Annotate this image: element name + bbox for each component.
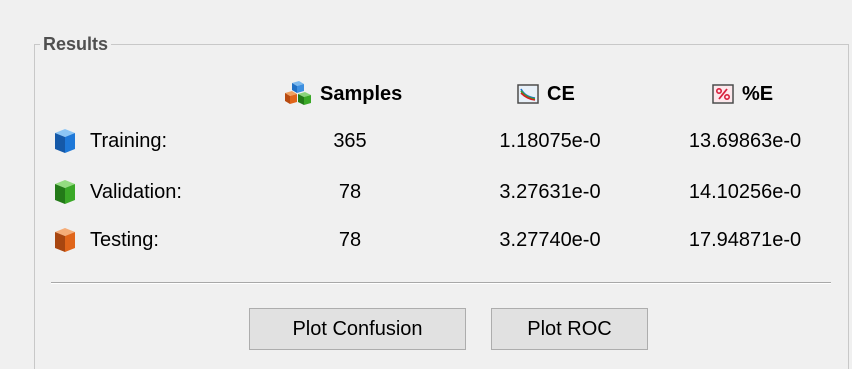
window-edge [852,0,866,369]
orange-cube-icon [55,228,75,252]
blue-cube-icon [55,129,75,153]
ce-header-label: CE [547,82,575,105]
percent-error-header-label: %E [742,82,774,105]
plot-confusion-button[interactable]: Plot Confusion [249,308,466,350]
testing-label: Testing: [90,228,159,251]
validation-ce: 3.27631e-0 [499,181,601,203]
samples-header: Samples [284,80,402,108]
testing-ce: 3.27740e-0 [499,229,601,251]
training-percent-error: 13.69863e-0 [688,130,802,152]
validation-row-label: Validation: [52,177,182,207]
validation-label: Validation: [90,180,182,203]
testing-row-label: Testing: [52,225,159,255]
training-ce: 1.18075e-0 [499,130,601,152]
samples-header-label: Samples [320,82,403,105]
ce-header: CE [517,80,575,108]
divider [51,282,831,284]
percent-icon [712,84,734,104]
results-title: Results [40,32,112,56]
training-label: Training: [90,129,168,152]
plot-roc-button[interactable]: Plot ROC [491,308,648,350]
training-row-label: Training: [52,126,167,156]
ce-plot-icon [517,84,539,104]
validation-samples: 78 [338,181,362,203]
results-panel: Results Samples CE %E Training: 365 1.18… [0,0,866,369]
testing-samples: 78 [338,229,362,251]
training-samples: 365 [333,130,367,152]
validation-percent-error: 14.10256e-0 [688,181,802,203]
testing-percent-error: 17.94871e-0 [688,229,802,251]
percent-error-header: %E [712,80,773,108]
samples-icon [285,81,311,105]
green-cube-icon [55,180,75,204]
